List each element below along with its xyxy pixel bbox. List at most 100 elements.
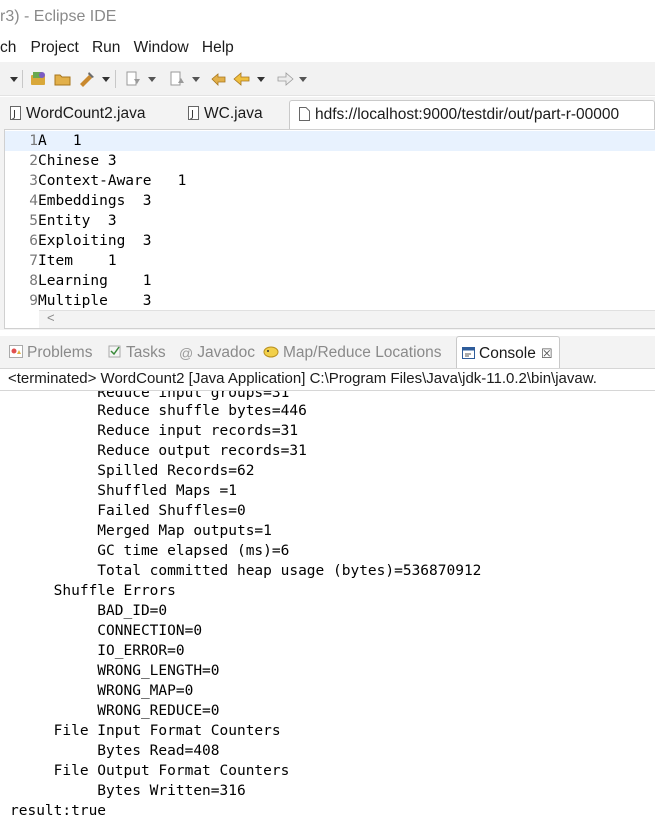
editor-line: 2Chinese 3 [5,151,117,171]
tab-label: Tasks [126,344,166,361]
tab-label: hdfs://localhost:9000/testdir/out/part-r… [315,106,620,123]
console-process-label: <terminated> WordCount2 [Java Applicatio… [0,368,655,391]
editor-line: 7Item 1 [5,251,117,271]
menu-run[interactable]: Run [92,37,120,57]
console-line: result:true [10,803,107,819]
editor-line: 6Exploiting 3 [5,231,152,251]
console-icon [462,346,475,364]
tab-label: Javadoc [197,344,255,361]
console-line: Bytes Written=316 [10,783,246,799]
editor-line: 1A 1 [5,131,82,151]
line-text: Chinese 3 [38,153,117,169]
open-type-icon[interactable] [30,71,48,87]
console-line: Merged Map outputs=1 [10,523,272,539]
console-line: Reduce shuffle bytes=446 [10,403,307,419]
tab-wordcount2[interactable]: J WordCount2.java [10,100,145,129]
tasks-icon [108,345,122,363]
menubar: ch Project Run Window Help [0,37,655,61]
tab-label: Map/Reduce Locations [283,344,442,361]
dropdown-arrow-icon[interactable] [10,71,18,87]
menu-search[interactable]: ch [0,37,16,57]
tab-label: Console [479,345,536,362]
line-number: 7 [29,253,38,269]
line-number: 2 [29,153,38,169]
editor-tabbar: J WordCount2.java J WC.java hdfs://localho… [4,97,655,130]
text-editor[interactable]: 1A 1 2Chinese 3 3Context-Aware 1 4Embedd… [4,129,655,329]
console-line: CONNECTION=0 [10,623,203,639]
line-text: Embeddings 3 [38,193,152,209]
tab-map-reduce-locations[interactable]: Map/Reduce Locations [263,344,442,363]
editor-line: 8Learning 1 [5,271,152,291]
text-file-icon [299,107,310,126]
svg-text:J: J [12,109,16,120]
tab-console[interactable]: Console ☒ [456,336,560,368]
console-line: WRONG_MAP=0 [10,683,194,699]
console-line: WRONG_LENGTH=0 [10,663,220,679]
hadoop-elephant-icon [263,345,279,363]
line-number: 5 [29,213,38,229]
chevron-down-icon[interactable] [101,71,111,87]
console-line: IO_ERROR=0 [10,643,185,659]
annotation-prev-icon[interactable] [168,71,186,87]
menu-window[interactable]: Window [134,37,189,57]
back-icon[interactable] [233,71,251,87]
chevron-down-icon[interactable] [191,71,201,87]
toolbar-separator [22,70,23,88]
tab-hdfs-part-file[interactable]: hdfs://localhost:9000/testdir/out/part-r… [289,100,655,129]
problems-icon [9,345,23,363]
javadoc-at-icon: @ [179,345,194,361]
menu-project[interactable]: Project [31,37,79,57]
line-number: 3 [29,173,38,189]
menu-help[interactable]: Help [202,37,234,57]
forward-icon[interactable] [276,71,294,87]
window-titlebar: r3) - Eclipse IDE [0,0,655,36]
line-text: Exploiting 3 [38,233,152,249]
open-folder-icon[interactable] [54,71,72,87]
java-file-icon: J [188,106,199,125]
console-line: WRONG_REDUCE=0 [10,703,220,719]
tab-label: WordCount2.java [26,105,146,122]
line-text: Context-Aware 1 [38,173,187,189]
toolbar-separator [115,70,116,88]
run-tool-icon[interactable] [78,71,96,87]
tab-javadoc[interactable]: @ Javadoc [179,344,255,362]
last-edit-icon[interactable] [210,71,228,87]
tab-label: WC.java [204,105,263,122]
line-number: 6 [29,233,38,249]
annotation-icon[interactable] [124,71,142,87]
editor-line: 9Multiple 3 [5,291,152,311]
tab-label: Problems [27,344,93,361]
line-text: Item 1 [38,253,117,269]
horizontal-scrollbar[interactable]: < [39,310,655,328]
console-line: Total committed heap usage (bytes)=53687… [10,563,482,579]
main-toolbar [0,62,655,96]
line-number: 1 [29,133,38,149]
views-tabbar: Problems Tasks @ Javadoc Map/Reduce Locat… [0,336,655,368]
line-text: Multiple 3 [38,293,152,309]
console-line: Bytes Read=408 [10,743,220,759]
line-text: A 1 [38,133,82,149]
tab-tasks[interactable]: Tasks [108,344,166,363]
close-icon[interactable]: ☒ [541,346,553,361]
console-line: Reduce output records=31 [10,443,307,459]
console-line: File Output Format Counters [10,763,290,779]
line-text: Learning 1 [38,273,152,289]
java-file-icon: J [10,106,21,125]
tab-problems[interactable]: Problems [9,344,92,363]
line-number: 4 [29,193,38,209]
chevron-down-icon[interactable] [298,71,308,87]
line-number: 9 [29,293,38,309]
editor-line: 4Embeddings 3 [5,191,152,211]
console-line: GC time elapsed (ms)=6 [10,543,290,559]
tab-wc[interactable]: J WC.java [188,100,263,129]
svg-text:J: J [190,109,194,120]
chevron-down-icon[interactable] [256,71,266,87]
console-line: Reduce input records=31 [10,423,299,439]
console-line: Shuffled Maps =1 [10,483,237,499]
scroll-left-arrow-icon[interactable]: < [47,310,55,325]
current-line-highlight [5,131,655,151]
chevron-down-icon[interactable] [147,71,157,87]
console-line: Failed Shuffles=0 [10,503,246,519]
console-output[interactable]: Reduce input groups=31 Reduce shuffle by… [0,391,655,835]
console-line: File Input Format Counters [10,723,281,739]
